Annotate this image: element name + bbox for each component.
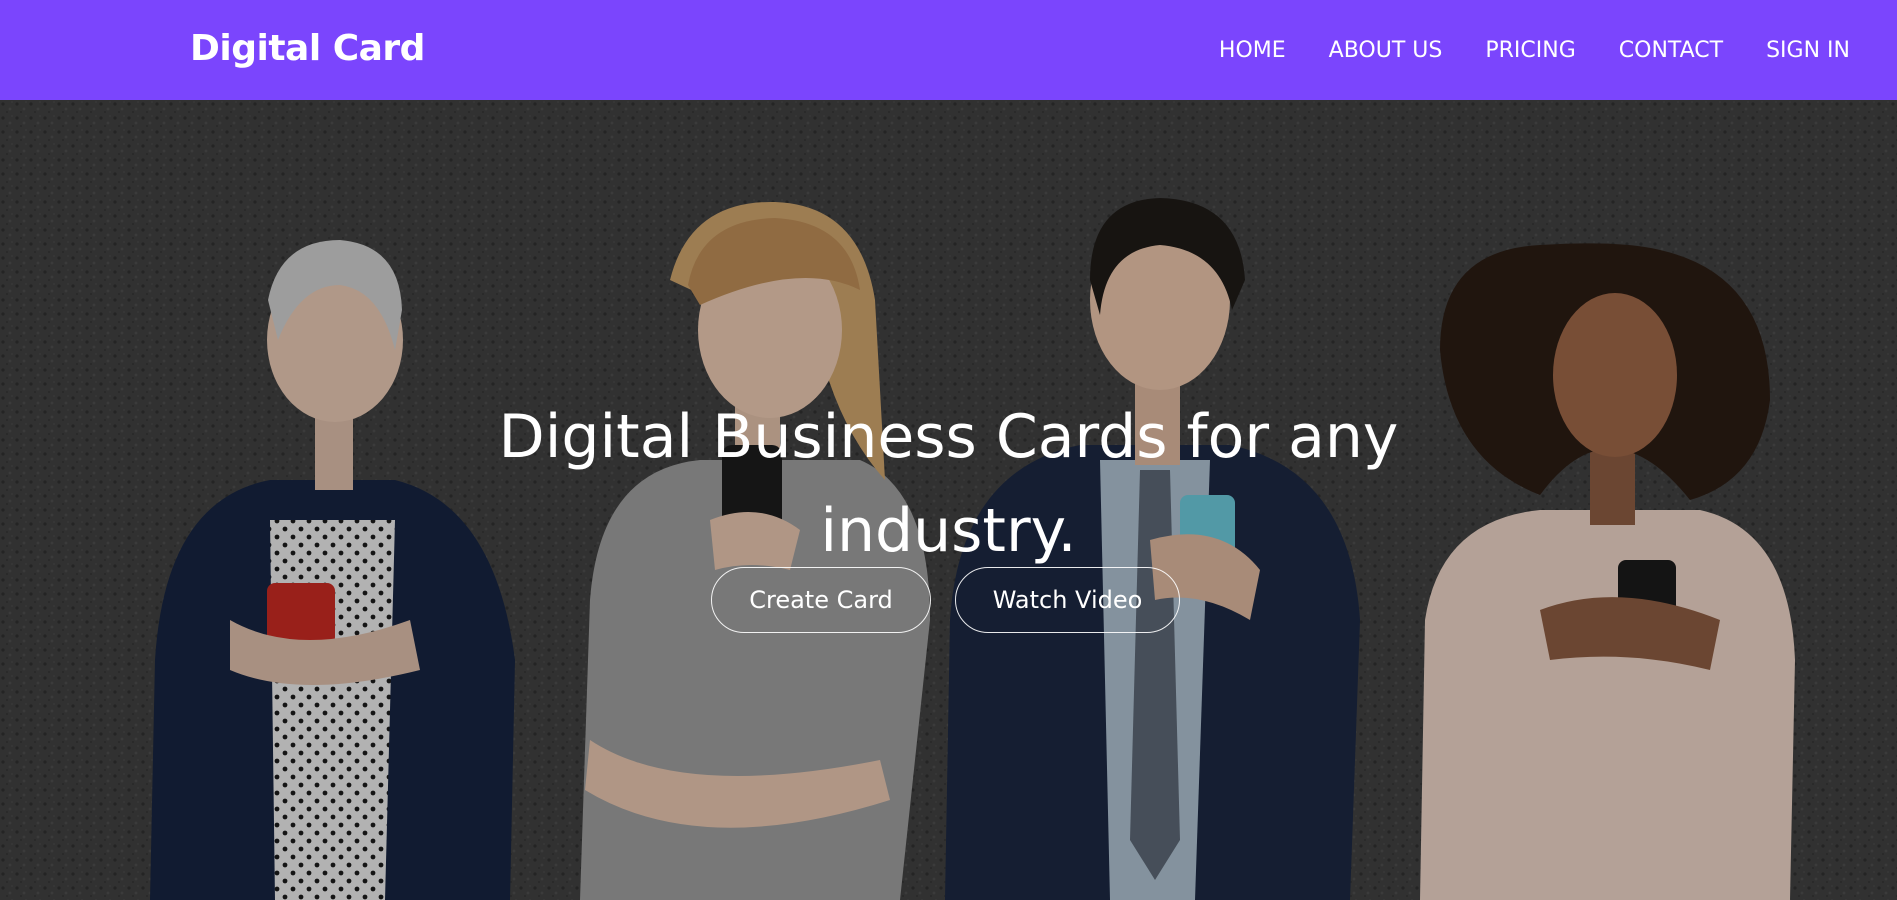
create-card-button[interactable]: Create Card [711, 567, 931, 633]
watch-video-button[interactable]: Watch Video [955, 567, 1180, 633]
nav-home[interactable]: HOME [1219, 36, 1286, 66]
nav-contact[interactable]: CONTACT [1619, 36, 1723, 66]
hero-title-line-1: Digital Business Cards for any [498, 402, 1399, 472]
nav-menu: HOME ABOUT US PRICING CONTACT SIGN IN [1219, 36, 1850, 66]
nav-about-us[interactable]: ABOUT US [1329, 36, 1443, 66]
hero-section: Digital Business Cards for any industry.… [0, 100, 1897, 900]
nav-sign-in[interactable]: SIGN IN [1766, 36, 1850, 66]
nav-pricing[interactable]: PRICING [1485, 36, 1575, 66]
hero-cta-group: Create Card Watch Video [0, 567, 1897, 633]
hero-title-line-2: industry. [820, 496, 1077, 566]
top-navbar: Digital Card HOME ABOUT US PRICING CONTA… [0, 0, 1897, 100]
brand-logo[interactable]: Digital Card [190, 26, 425, 72]
hero-title: Digital Business Cards for any industry. [0, 390, 1897, 578]
